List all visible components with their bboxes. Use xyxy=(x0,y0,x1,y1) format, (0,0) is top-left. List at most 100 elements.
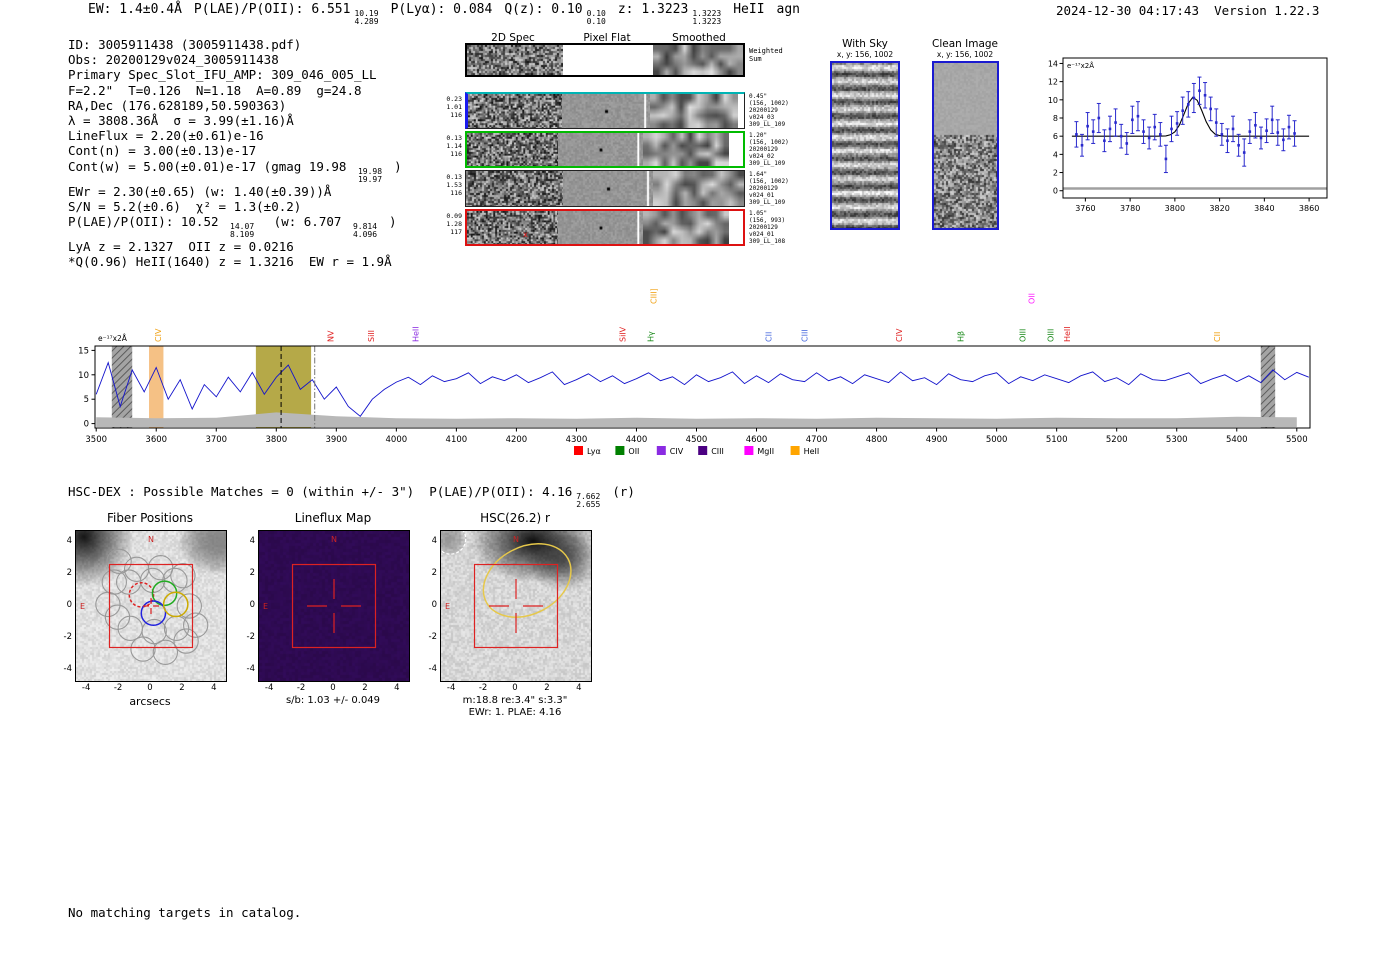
cutout-strip xyxy=(465,92,745,129)
data-point xyxy=(1270,118,1274,122)
info-text: *Q(0.96) HeII(1640) z = 1.3216 EW r = 1.… xyxy=(68,254,392,270)
info-text: Obs: 20200129v024_3005911438 xyxy=(68,52,279,68)
with-sky-title: With Sky xyxy=(842,38,888,50)
emission-line-label: SiII xyxy=(367,330,376,342)
data-point xyxy=(1231,127,1235,131)
data-point xyxy=(1276,131,1280,134)
y-tick-label: 0 xyxy=(1053,187,1058,196)
cutout-row-meta: 1.05" (156, 993) 20200129 v024_01 309_LL_108 xyxy=(749,210,785,245)
x-tick-label: 5000 xyxy=(986,435,1008,445)
info-line: EWr = 2.30(±0.65) (w: 1.40(±0.39))Å xyxy=(68,184,414,199)
emission-line-label: HeII xyxy=(1063,326,1072,342)
clean-image-panel: Clean Image x, y: 156, 1002 xyxy=(929,38,1001,230)
x-tick-label: 5500 xyxy=(1286,435,1308,445)
axes-frame xyxy=(1062,57,1328,199)
emission-line-label: CII xyxy=(1213,332,1222,342)
info-text: F=2.2" T=0.126 N=1.18 A=0.89 g=24.8 xyxy=(68,82,362,98)
data-point xyxy=(1080,143,1084,147)
galaxy-fit-ellipse xyxy=(482,543,572,618)
x-tick-label: 4200 xyxy=(506,435,528,445)
meta-line: v024_01 xyxy=(749,192,775,199)
summary-header-line: EW: 1.4±0.4Å P(LAE)/P(OII): 6.551 10.19 4.2… xyxy=(88,2,812,26)
data-point xyxy=(1125,142,1129,145)
y-tick-label: 0 xyxy=(431,600,437,610)
cutout-2dspec-image xyxy=(467,211,559,244)
extraction-square xyxy=(291,563,377,649)
hsc-title: HSC(26.2) r xyxy=(480,511,550,525)
y-tick-label: 6 xyxy=(1053,132,1058,141)
summary-text: EW: 1.4±0.4Å xyxy=(88,2,182,17)
x-tick-label: 3780 xyxy=(1120,204,1140,213)
cutout-row-meta: 0.45" (156, 1002) 20200129 v024_03 309_LL_10… xyxy=(749,93,789,128)
fiber-circle xyxy=(147,555,174,581)
scale-value: 1.14 xyxy=(446,142,462,150)
summary-text: P(LAE)/P(OII): 6.551 xyxy=(193,2,351,17)
x-tick-label: 4600 xyxy=(746,435,768,445)
scale-value: 116 xyxy=(450,111,462,119)
cutout-pixelflat-image xyxy=(558,133,644,166)
data-point xyxy=(1164,157,1168,161)
legend-swatch xyxy=(656,446,666,455)
hscdex-uncertainty: 7.662 2.655 xyxy=(576,493,600,509)
x-tick-label: 5200 xyxy=(1106,435,1128,445)
cutout-row: 0.23 1.01 116 0.45" (156, 1002) 20200129 v024_… xyxy=(443,92,813,129)
footer-notes: No matching targets in catalog. Row inte… xyxy=(68,874,301,953)
x-tick-label: -4 xyxy=(264,683,274,693)
data-point xyxy=(1159,133,1162,136)
cutout-smoothed-image xyxy=(653,171,744,206)
x-tick-label: 3500 xyxy=(85,435,107,445)
meta-line: 1.20" xyxy=(749,132,768,139)
info-text: Cont(w) = 5.00(±0.01)e-17 (gmag 19.98 xyxy=(68,158,354,174)
info-uncertainty: 19.98 19.97 xyxy=(358,167,382,184)
y-tick-label: 2 xyxy=(431,568,437,579)
data-point xyxy=(1259,136,1263,140)
uncertainty-lower: 4.096 xyxy=(352,230,378,240)
data-point xyxy=(1186,103,1190,106)
x-tick-label: 4800 xyxy=(866,435,888,445)
line-fit-inset-chart: 3760 3780 3800 3820 3840 3860 0 2 4 6 8 10 12 14 e⁻¹⁷x… xyxy=(1048,57,1328,213)
info-line: λ = 3808.36Å σ = 3.99(±1.16)Å xyxy=(68,113,414,128)
info-line: S/N = 5.2(±0.6) χ² = 1.3(±0.2) xyxy=(68,199,414,214)
summary-text: HeII xyxy=(733,2,765,17)
scale-value: 0.23 xyxy=(446,95,462,103)
lineflux-map-panel: NE xyxy=(258,530,410,682)
data-point xyxy=(1209,107,1212,111)
summary-text: z: 1.3223 xyxy=(617,2,689,17)
x-tick-label: -2 xyxy=(113,683,123,693)
center-crosshair xyxy=(307,579,361,633)
cutout-strip: x xyxy=(465,209,745,246)
x-tick-label: -2 xyxy=(478,683,488,693)
x-tick-label: 4 xyxy=(394,683,400,693)
meta-line: 1.05" xyxy=(749,210,768,217)
legend-label: CIV xyxy=(670,447,684,456)
cutout-strip xyxy=(465,131,745,168)
x-tick-label: 3800 xyxy=(265,435,287,445)
emission-line-label: CIII xyxy=(801,329,810,342)
data-point xyxy=(1086,124,1089,128)
meta-line: v024_03 xyxy=(749,114,775,121)
cutout-row-scale-labels: 0.09 1.28 117 xyxy=(443,212,462,236)
x-tick-label: 4 xyxy=(576,683,582,693)
legend-label: Lyα xyxy=(587,447,601,456)
cutout-row-meta: 1.20" (156, 1002) 20200129 v024_02 309_LL_10… xyxy=(749,132,789,167)
meta-line: (156, 1002) xyxy=(749,178,789,185)
meta-line: 309_LL_109 xyxy=(749,199,786,206)
data-point xyxy=(1075,133,1078,136)
timestamp-date: 2024-12-30 04:17:43 xyxy=(1056,3,1199,18)
summary-text: agn xyxy=(776,2,801,17)
y-tick-label: 2 xyxy=(66,568,72,579)
info-line: Cont(w) = 5.00(±0.01)e-17 (gmag 19.98 19… xyxy=(68,159,414,184)
uncertainty-lower: 4.289 xyxy=(354,17,379,26)
cutout-row: 0.13 1.53 116 1.64" (156, 1002) 20200129 v024_… xyxy=(443,170,813,207)
compass-east-label: E xyxy=(263,602,268,611)
compass-east-label: E xyxy=(445,602,450,611)
y-tick-label: 4 xyxy=(249,536,255,547)
x-tick-label: -4 xyxy=(446,683,456,693)
emission-line-label: NV xyxy=(326,330,335,342)
highlighted-fiber-circle xyxy=(140,600,167,627)
data-point xyxy=(1114,121,1117,124)
meta-line: 1.64" xyxy=(749,171,768,178)
scale-value: 1.28 xyxy=(446,220,462,228)
center-crosshair xyxy=(489,579,543,633)
emission-line-label: OIII xyxy=(1018,329,1027,342)
